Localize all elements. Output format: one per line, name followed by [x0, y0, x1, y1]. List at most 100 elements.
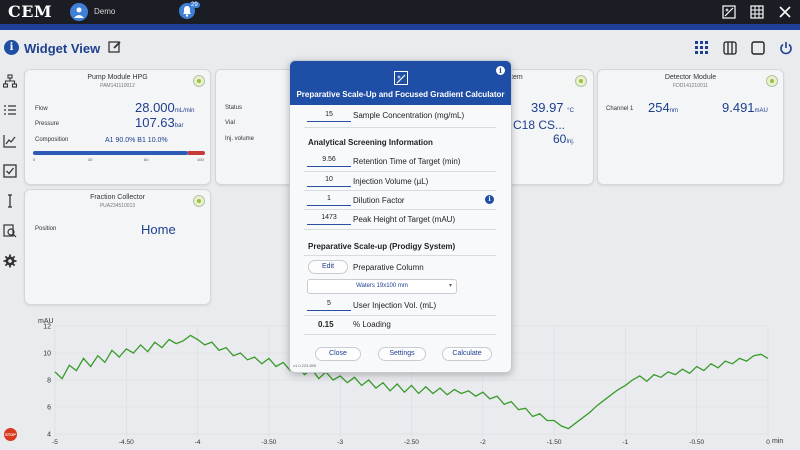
dilution-info-icon[interactable]: i — [485, 195, 494, 204]
x-tick-label: -5 — [52, 439, 58, 446]
notification-count-badge: 29 — [189, 2, 200, 8]
user-injection-input[interactable]: 5 — [307, 298, 351, 311]
detector-module-card[interactable]: Detector Module FDD141210011 Channel 1 2… — [597, 69, 784, 185]
close-icon[interactable] — [776, 3, 794, 21]
y-tick-label: 4 — [47, 432, 51, 439]
scale-tick: 30 — [88, 157, 93, 162]
version-label: v1.0.223.895 — [293, 363, 317, 368]
dialog-header: i Preparative Scale-Up and Focused Gradi… — [290, 61, 511, 105]
temperature-value: 39.97 — [531, 100, 564, 115]
injection-volume-label: Injection Volume (µL) — [353, 177, 429, 186]
inj-volume-label: Inj. volume — [225, 136, 255, 142]
scale-tick: 0 — [33, 157, 36, 162]
y-tick-label: 8 — [47, 378, 51, 385]
scale-tick: 100 — [197, 157, 204, 162]
divider — [304, 229, 496, 230]
x-tick-label: -2.50 — [404, 439, 419, 446]
x-tick-label: -3.50 — [261, 439, 276, 446]
dilution-factor-input[interactable]: 1 — [307, 193, 351, 206]
divider — [304, 255, 496, 256]
prep-column-selected: Waters 19x100 mm — [356, 283, 408, 289]
dialog-info-icon[interactable]: i — [496, 66, 505, 75]
divider — [304, 190, 496, 191]
chart-nav-icon[interactable] — [0, 126, 20, 156]
fraction-collector-card[interactable]: Fraction Collector PUA234510013 Position… — [24, 189, 211, 305]
divider — [304, 334, 496, 335]
stop-button[interactable]: STOP — [4, 428, 17, 441]
sample-concentration-label: Sample Concentration (mg/mL) — [353, 111, 465, 120]
edit-column-button[interactable]: Edit — [308, 260, 348, 274]
card-title: Pump Module HPG — [87, 74, 148, 81]
column-nav-icon[interactable] — [0, 186, 20, 216]
prep-column-label: Preparative Column — [353, 263, 424, 272]
channel-label: Channel 1 — [606, 106, 634, 112]
keypad-icon[interactable] — [748, 3, 766, 21]
flow-unit: mL/min — [174, 108, 195, 114]
list-nav-icon[interactable] — [0, 96, 20, 126]
injections-value: 60 — [553, 132, 567, 146]
calculate-button[interactable]: Calculate — [442, 347, 492, 361]
composition-progress-fill — [33, 151, 188, 155]
retention-time-label: Retention Time of Target (min) — [353, 157, 461, 166]
card-serial: PAM141110012 — [100, 83, 135, 89]
wavelength-unit: nm — [669, 108, 679, 114]
power-icon[interactable] — [778, 40, 794, 56]
peak-height-input[interactable]: 1473 — [307, 212, 351, 225]
status-label: Status — [225, 105, 243, 111]
single-view-icon[interactable] — [750, 40, 766, 56]
x-tick-label: -4.50 — [119, 439, 134, 446]
scale-tick: 60 — [144, 157, 149, 162]
x-tick-label: -1.50 — [547, 439, 562, 446]
retention-time-input[interactable]: 9.56 — [307, 154, 351, 167]
user-injection-label: User Injection Vol. (mL) — [353, 301, 437, 310]
user-icon — [74, 7, 84, 18]
x-axis-label: min — [772, 438, 783, 445]
search-nav-icon[interactable] — [0, 216, 20, 246]
column-oven-card[interactable]: tem 39.97 °C C18 CS... 60Inj. — [508, 69, 594, 185]
divider — [304, 127, 496, 128]
autosampler-card[interactable]: Status Vial Inj. volume — [215, 69, 293, 185]
flow-readout: 28.000mL/min — [135, 100, 194, 115]
settings-nav-icon[interactable] — [0, 246, 20, 276]
absorbance-value: 9.491 — [722, 100, 755, 115]
edit-icon[interactable] — [108, 40, 122, 59]
absorbance-unit: mAU — [754, 108, 768, 114]
header-accent-strip — [0, 24, 800, 30]
user-name[interactable]: Demo — [94, 7, 115, 16]
analytical-section-title: Analytical Screening Information — [308, 138, 433, 147]
card-title: Fraction Collector — [90, 194, 145, 201]
x-tick-label: -3 — [337, 439, 343, 446]
wavelength-readout: 254nm — [648, 100, 678, 115]
pump-module-card[interactable]: Pump Module HPG PAM141110012 Flow 28.000… — [24, 69, 211, 185]
prep-column-select[interactable]: Waters 19x100 mm ▾ — [307, 279, 457, 294]
top-bar: CEM Demo 29 — [0, 0, 800, 24]
vial-label: Vial — [225, 120, 235, 126]
y-axis-label: mAU — [38, 318, 54, 325]
flow-label: Flow — [35, 106, 48, 112]
columns-view-icon[interactable] — [722, 40, 738, 56]
calculator-logo-icon — [394, 71, 408, 85]
checklist-nav-icon[interactable] — [0, 156, 20, 186]
settings-button[interactable]: Settings — [378, 347, 426, 361]
chevron-down-icon: ▾ — [448, 283, 452, 289]
y-tick-label: 6 — [47, 405, 51, 412]
x-tick-label: -2 — [480, 439, 486, 446]
column-name-value: C18 CS... — [513, 118, 566, 132]
calculator-icon[interactable] — [720, 3, 738, 21]
status-led-icon — [193, 75, 205, 87]
peak-height-label: Peak Height of Target (mAU) — [353, 215, 456, 224]
pressure-readout: 107.63bar — [135, 115, 183, 130]
dialog-title: Preparative Scale-Up and Focused Gradien… — [296, 90, 505, 99]
close-button[interactable]: Close — [315, 347, 361, 361]
loading-label: % Loading — [353, 320, 391, 329]
info-icon[interactable]: i — [4, 40, 19, 55]
sample-concentration-input[interactable]: 15 — [307, 109, 351, 122]
user-avatar[interactable] — [70, 3, 88, 21]
divider — [304, 315, 496, 316]
hierarchy-nav-icon[interactable] — [0, 66, 20, 96]
loading-value: 0.15 — [318, 320, 334, 329]
pressure-label: Pressure — [35, 121, 60, 127]
injection-volume-input[interactable]: 10 — [307, 174, 351, 187]
grid-view-icon[interactable] — [694, 40, 710, 56]
pressure-value: 107.63 — [135, 115, 175, 130]
